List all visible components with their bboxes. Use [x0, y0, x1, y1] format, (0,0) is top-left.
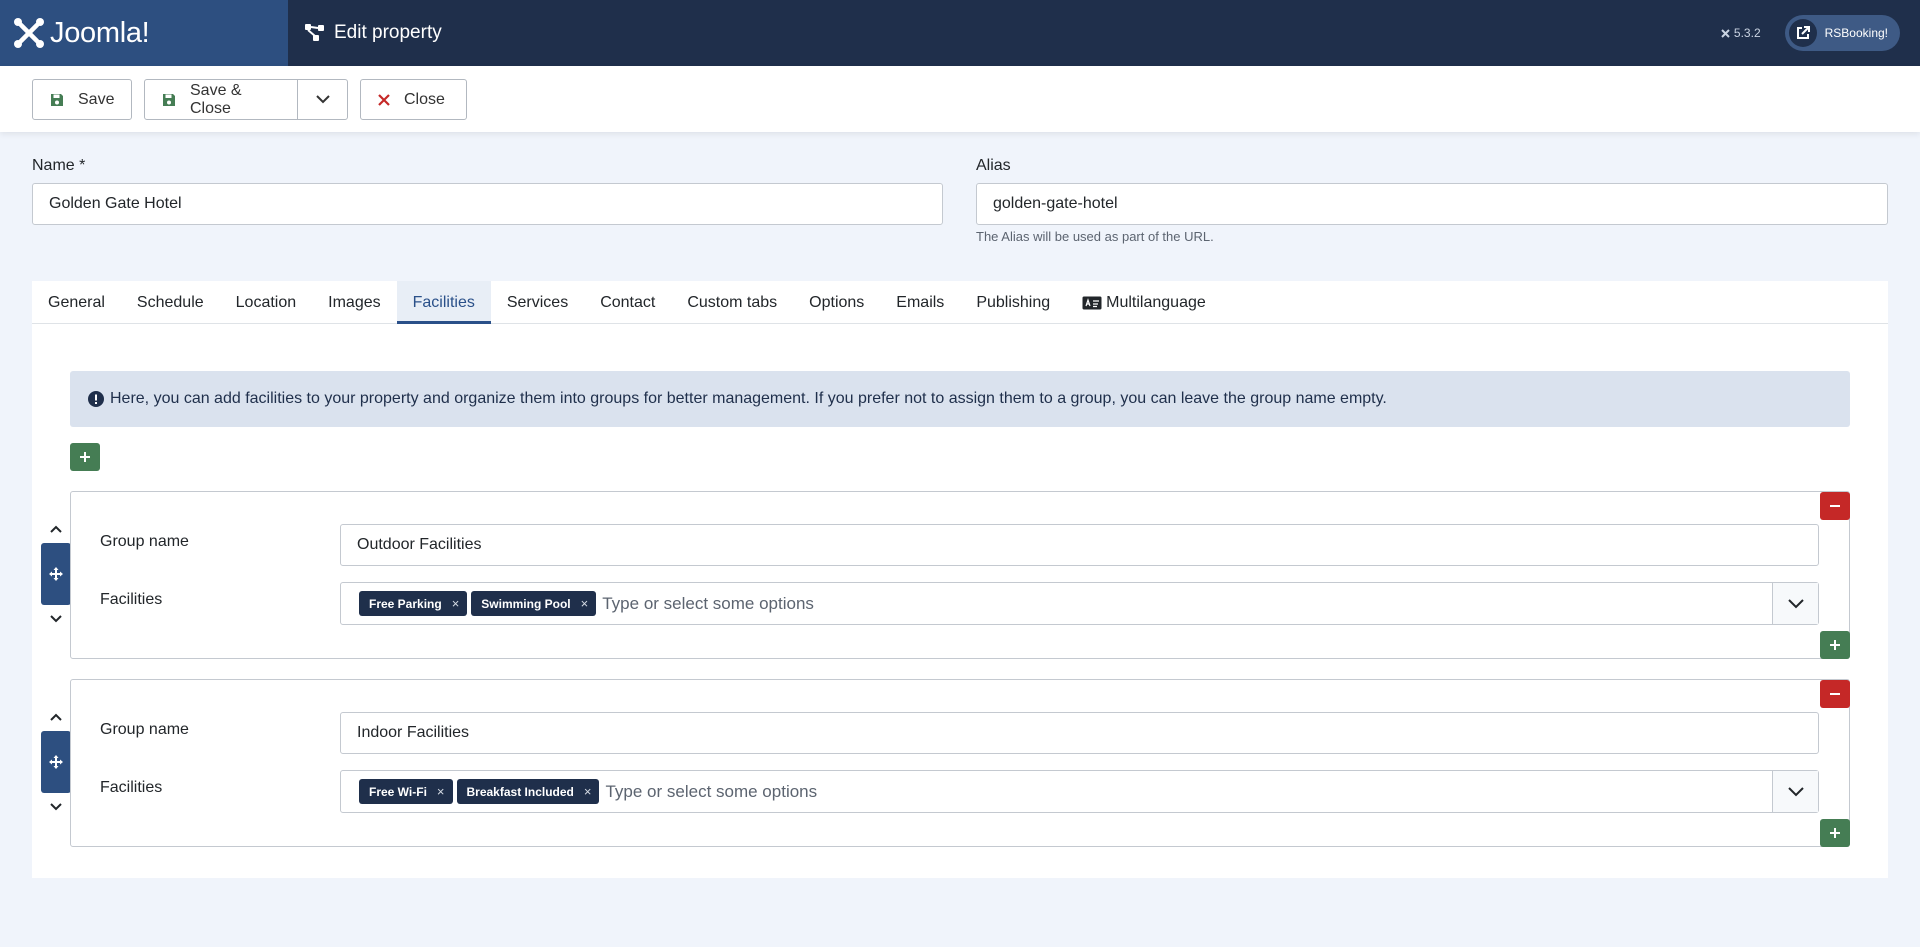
move-icon	[49, 755, 63, 769]
facility-chip-label: Free Parking	[369, 596, 442, 611]
tab-publishing[interactable]: Publishing	[960, 281, 1066, 324]
page-title-text: Edit property	[334, 22, 442, 43]
tab-general[interactable]: General	[32, 281, 121, 324]
tab-contact[interactable]: Contact	[584, 281, 671, 324]
rsbooking-label: RSBooking!	[1824, 26, 1888, 40]
page-title: Edit property	[304, 22, 442, 44]
drag-handle[interactable]	[41, 731, 71, 793]
property-tabs-card: General Schedule Location Images Facilit…	[32, 281, 1888, 878]
facilities-dropdown-toggle[interactable]	[1772, 583, 1818, 624]
info-alert: Here, you can add facilities to your pro…	[70, 371, 1850, 427]
minus-icon	[1830, 693, 1840, 695]
save-close-button[interactable]: Save & Close	[190, 82, 285, 118]
hierarchy-icon	[305, 24, 324, 41]
alias-label: Alias	[976, 157, 1011, 174]
chevron-down-icon	[1787, 786, 1804, 796]
joomla-logo-icon	[14, 18, 44, 48]
tab-multilanguage[interactable]: Multilanguage	[1066, 281, 1222, 324]
save-options-dropdown[interactable]	[298, 80, 347, 119]
tab-multilanguage-label: Multilanguage	[1106, 293, 1206, 311]
plus-icon	[80, 452, 90, 462]
tab-bar: General Schedule Location Images Facilit…	[32, 281, 1888, 324]
remove-chip-icon[interactable]: ×	[437, 784, 445, 799]
chevron-down-icon	[1787, 598, 1804, 608]
group-name-input[interactable]: Indoor Facilities	[340, 712, 1819, 754]
name-label: Name *	[32, 157, 86, 174]
move-up-button[interactable]	[41, 519, 71, 539]
tab-schedule[interactable]: Schedule	[121, 281, 220, 324]
language-card-icon	[1082, 296, 1102, 309]
move-icon	[49, 567, 63, 581]
facilities-multiselect[interactable]: Free Wi-Fi × Breakfast Included × Type o…	[340, 770, 1819, 813]
action-toolbar: Save Save & Close Close	[0, 66, 1920, 132]
facility-group: Group name Indoor Facilities Facilities …	[70, 679, 1850, 847]
minus-icon	[1830, 505, 1840, 507]
facilities-label: Facilities	[100, 779, 163, 796]
plus-icon	[1830, 828, 1840, 838]
facility-chip: Breakfast Included ×	[456, 779, 600, 804]
remove-chip-icon[interactable]: ×	[584, 784, 592, 799]
close-label: Close	[404, 90, 445, 108]
save-label: Save	[78, 90, 115, 108]
info-alert-text: Here, you can add facilities to your pro…	[110, 390, 1387, 407]
tab-services[interactable]: Services	[491, 281, 584, 324]
tab-custom-tabs[interactable]: Custom tabs	[671, 281, 793, 324]
facility-chip: Free Parking ×	[359, 591, 468, 616]
facilities-multiselect[interactable]: Free Parking × Swimming Pool × Type or s…	[340, 582, 1819, 625]
version-info: 5.3.2	[1720, 26, 1761, 40]
remove-chip-icon[interactable]: ×	[452, 596, 460, 611]
save-button[interactable]: Save	[32, 79, 132, 120]
rsbooking-link[interactable]: RSBooking!	[1784, 15, 1900, 51]
facilities-search-input[interactable]: Type or select some options	[605, 782, 817, 802]
chevron-up-icon	[50, 525, 62, 533]
save-close-group: Save & Close	[144, 79, 348, 120]
brand-logo[interactable]: Joomla!	[0, 0, 288, 66]
group-name-label: Group name	[100, 721, 189, 738]
facility-chip: Free Wi-Fi ×	[359, 779, 453, 804]
facility-group: Group name Outdoor Facilities Facilities…	[70, 491, 1850, 659]
chevron-down-icon	[50, 615, 62, 623]
top-header: Joomla! Edit property 5.3.2 RSBooking!	[0, 0, 1920, 66]
save-icon	[163, 93, 175, 106]
alias-help-text: The Alias will be used as part of the UR…	[976, 229, 1214, 244]
brand-name: Joomla!	[50, 16, 150, 49]
group-name-input[interactable]: Outdoor Facilities	[340, 524, 1819, 566]
add-group-after-button[interactable]	[1820, 631, 1850, 659]
add-group-button[interactable]	[70, 443, 100, 471]
chevron-down-icon	[315, 95, 330, 104]
facilities-search-input[interactable]: Type or select some options	[602, 594, 814, 614]
move-down-button[interactable]	[41, 797, 71, 817]
move-down-button[interactable]	[41, 609, 71, 629]
name-input[interactable]: Golden Gate Hotel	[32, 183, 943, 225]
facility-chip-label: Swimming Pool	[481, 596, 571, 611]
tab-location[interactable]: Location	[220, 281, 313, 324]
tab-images[interactable]: Images	[312, 281, 396, 324]
group-name-label: Group name	[100, 533, 189, 550]
facility-chip-label: Free Wi-Fi	[369, 784, 427, 799]
move-up-button[interactable]	[41, 707, 71, 727]
tab-options[interactable]: Options	[793, 281, 880, 324]
facility-chip: Swimming Pool ×	[471, 591, 597, 616]
chevron-up-icon	[50, 713, 62, 721]
drag-handle[interactable]	[41, 543, 71, 605]
save-icon	[51, 93, 63, 106]
close-x-icon	[378, 93, 390, 106]
facilities-label: Facilities	[100, 591, 163, 608]
external-link-icon	[1796, 26, 1810, 39]
remove-chip-icon[interactable]: ×	[581, 596, 589, 611]
joomla-small-icon	[1721, 28, 1730, 38]
alias-input[interactable]: golden-gate-hotel	[976, 183, 1888, 225]
tab-facilities[interactable]: Facilities	[396, 281, 491, 324]
remove-group-button[interactable]	[1820, 680, 1850, 708]
tab-emails[interactable]: Emails	[880, 281, 960, 324]
facility-chip-label: Breakfast Included	[466, 784, 574, 799]
version-number: 5.3.2	[1733, 26, 1761, 40]
info-icon	[88, 391, 104, 407]
chevron-down-icon	[50, 803, 62, 811]
add-group-after-button[interactable]	[1820, 819, 1850, 847]
remove-group-button[interactable]	[1820, 492, 1850, 520]
close-button[interactable]: Close	[360, 79, 467, 120]
facilities-dropdown-toggle[interactable]	[1772, 771, 1818, 812]
plus-icon	[1830, 640, 1840, 650]
